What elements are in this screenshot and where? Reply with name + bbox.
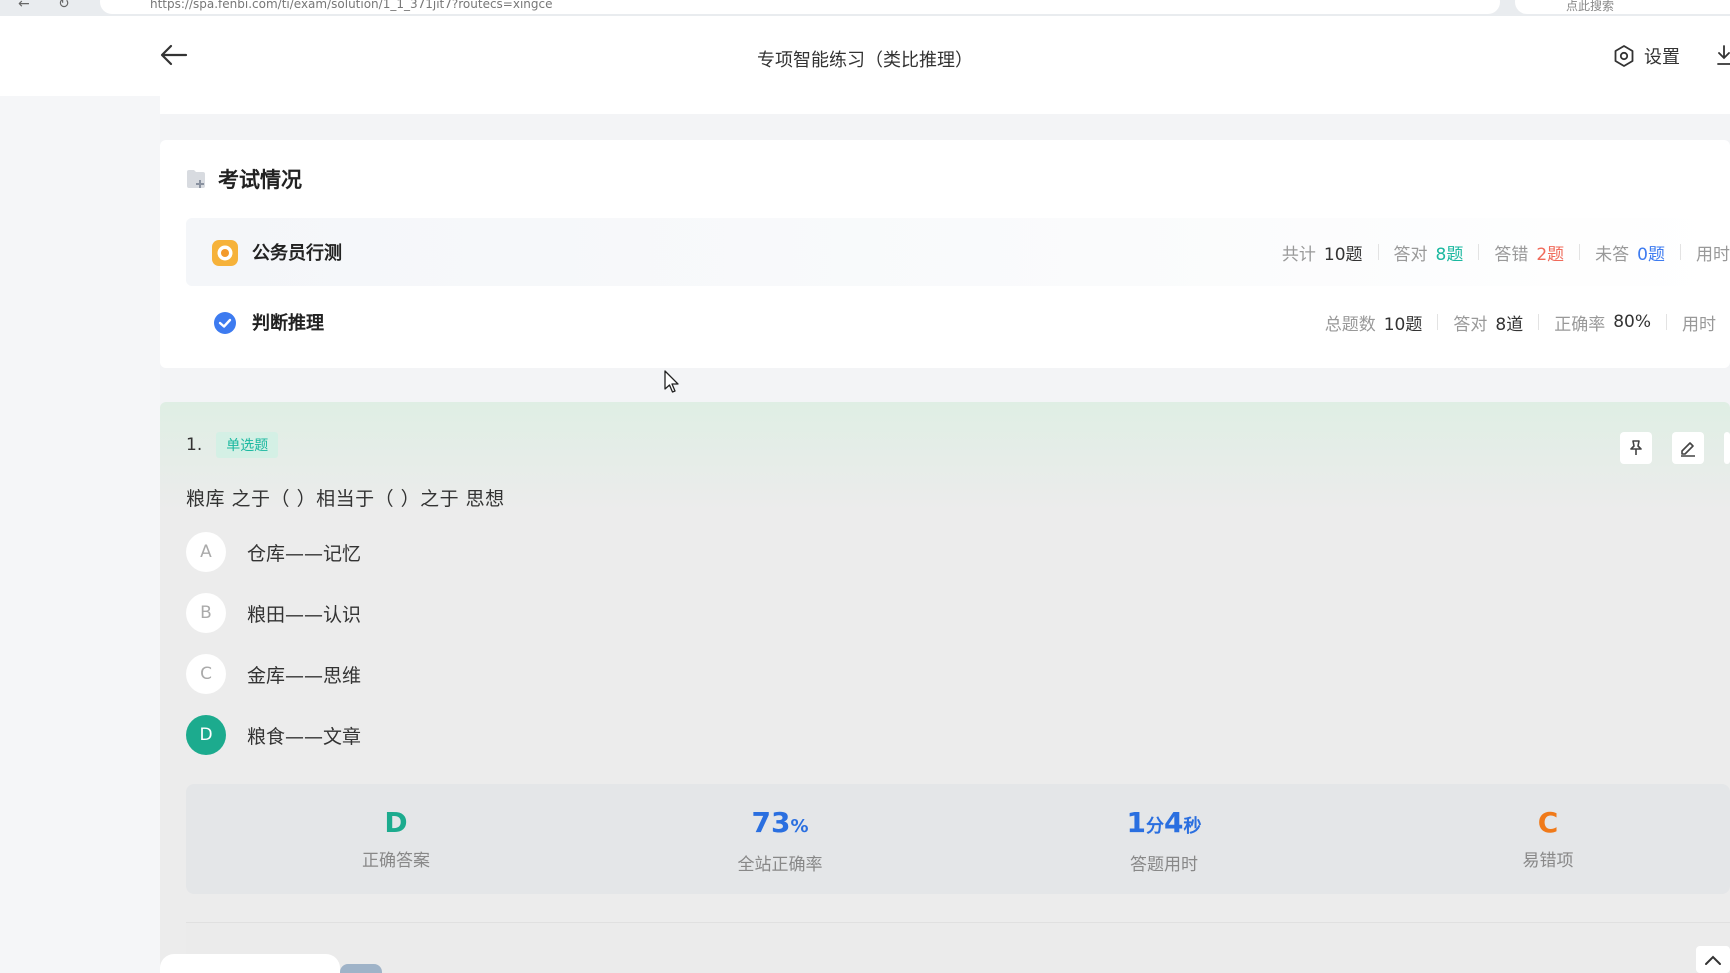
check-circle-icon: [211, 309, 237, 339]
total-questions-label: 总题数: [1324, 314, 1376, 335]
answer-stats-panel: D 正确答案 73% 全站正确率 1分4秒 答题用时 C 易错项: [186, 784, 1730, 894]
error-prone-value: C: [1537, 806, 1559, 839]
site-accuracy-label: 全站正确率: [737, 855, 823, 875]
pin-icon[interactable]: [1620, 432, 1652, 464]
option-letter: C: [186, 654, 226, 694]
answer-time: 1分4秒: [1064, 806, 1264, 844]
page-title: 专项智能练习（类比推理）: [757, 50, 973, 71]
divider: [1680, 244, 1681, 260]
browser-reload-icon[interactable]: ↻: [58, 0, 70, 12]
divider: [1377, 244, 1379, 260]
exam-summary-card: 考试情况 公务员行测 共计 10题 答对 8题 答错 2题 未答 0题 用时 判…: [160, 140, 1730, 368]
site-accuracy: 73%: [680, 806, 880, 844]
unanswered-label: 未答: [1595, 244, 1630, 265]
url-text[interactable]: https://spa.fenbi.com/ti/exam/solution/1…: [150, 0, 553, 11]
question-type-tag: 单选题: [216, 432, 279, 458]
badge-icon: [211, 239, 239, 271]
category-stats: 总题数 10题 答对 8道 正确率 80% 用时: [1325, 310, 1716, 335]
wrong-label: 答错: [1494, 244, 1529, 265]
option-c[interactable]: C 金库——思维: [186, 654, 361, 694]
divider: [1666, 314, 1667, 330]
option-text: 粮食——文章: [247, 725, 362, 748]
correct-answer-value: D: [384, 806, 408, 839]
time-sec-unit: 秒: [1183, 816, 1202, 837]
option-letter-correct: D: [186, 715, 226, 755]
option-text: 仓库——记忆: [247, 542, 362, 565]
divider: [1478, 244, 1480, 260]
exam-folder-icon: [187, 170, 205, 188]
scroll-top-button[interactable]: [1696, 946, 1730, 973]
download-icon[interactable]: [1716, 44, 1730, 72]
option-text: 金库——思维: [247, 664, 362, 687]
floating-tab[interactable]: [160, 954, 340, 973]
settings-button[interactable]: 设置: [1612, 43, 1680, 69]
option-a[interactable]: A 仓库——记忆: [186, 532, 361, 572]
divider: [1437, 314, 1439, 330]
question-header: 1. 单选题: [186, 432, 279, 458]
more-tool-edge[interactable]: [1724, 432, 1730, 464]
answer-time-label: 答题用时: [1130, 855, 1198, 875]
option-letter: B: [186, 593, 226, 633]
correct-label: 答对: [1453, 314, 1488, 335]
site-accuracy-value: 73: [751, 806, 791, 839]
chevron-up-icon: [1705, 955, 1721, 965]
question-card: 1. 单选题 粮库 之于（ ）相当于（ ）之于 思想 A 仓库——记忆 B 粮田…: [160, 402, 1730, 973]
time-minutes: 1: [1126, 806, 1146, 839]
browser-search-box[interactable]: [1515, 0, 1730, 14]
accuracy-label: 正确率: [1554, 314, 1606, 335]
exam-name: 公务员行测: [252, 243, 342, 264]
top-card-edge: [160, 96, 1730, 114]
option-letter: A: [186, 532, 226, 572]
option-d[interactable]: D 粮食——文章: [186, 715, 361, 755]
settings-label: 设置: [1644, 47, 1680, 68]
category-name: 判断推理: [252, 313, 324, 334]
option-text: 粮田——认识: [247, 603, 362, 626]
question-text: 粮库 之于（ ）相当于（ ）之于 思想: [186, 488, 505, 510]
time-label: 用时: [1682, 314, 1716, 335]
total-questions-value: 10题: [1383, 314, 1423, 335]
next-section-card: [186, 922, 1730, 973]
correct-label: 答对: [1393, 244, 1428, 265]
edit-icon[interactable]: [1672, 432, 1704, 464]
correct-answer-stat: D 正确答案: [296, 806, 496, 871]
app-header: 专项智能练习（类比推理） 设置: [0, 16, 1730, 96]
settings-icon: [1614, 45, 1634, 67]
site-accuracy-stat: 73% 全站正确率: [680, 806, 880, 875]
exam-section-header: 考试情况: [186, 164, 302, 194]
correct-answer-label: 正确答案: [362, 851, 430, 871]
category-row[interactable]: 判断推理 总题数 10题 答对 8道 正确率 80% 用时: [186, 288, 1730, 356]
correct-value: 8题: [1435, 244, 1464, 265]
divider: [1579, 244, 1581, 260]
option-b[interactable]: B 粮田——认识: [186, 593, 361, 633]
exam-summary-row: 公务员行测 共计 10题 答对 8题 答错 2题 未答 0题 用时: [186, 218, 1730, 286]
wrong-value: 2题: [1536, 244, 1565, 265]
question-number: 1.: [186, 435, 203, 455]
error-prone-stat: C 易错项: [1448, 806, 1648, 871]
correct-value: 8道: [1495, 314, 1524, 335]
main-content: 考试情况 公务员行测 共计 10题 答对 8题 答错 2题 未答 0题 用时 判…: [160, 96, 1730, 973]
exam-summary-stats: 共计 10题 答对 8题 答错 2题 未答 0题 用时: [1282, 240, 1730, 265]
time-seconds: 4: [1164, 806, 1184, 839]
total-value: 10题: [1323, 244, 1363, 265]
accuracy-value: 80%: [1613, 312, 1651, 332]
unanswered-value: 0题: [1637, 244, 1665, 265]
floating-tab-accent[interactable]: [340, 964, 382, 973]
divider: [1538, 314, 1540, 330]
exam-section-title: 考试情况: [218, 168, 302, 192]
mouse-cursor-icon: [664, 370, 680, 398]
question-tools: [1620, 432, 1730, 464]
browser-toolbar: ← ↻ https://spa.fenbi.com/ti/exam/soluti…: [0, 0, 1730, 16]
time-label: 用时: [1696, 244, 1730, 265]
time-min-unit: 分: [1146, 816, 1164, 837]
error-prone-label: 易错项: [1522, 851, 1574, 871]
total-label: 共计: [1281, 244, 1316, 265]
answer-time-stat: 1分4秒 答题用时: [1064, 806, 1264, 875]
browser-search-placeholder: 点此搜索: [1566, 0, 1615, 13]
browser-back-icon[interactable]: ←: [18, 0, 30, 12]
site-accuracy-unit: %: [790, 816, 809, 837]
left-sidebar: [0, 96, 160, 973]
